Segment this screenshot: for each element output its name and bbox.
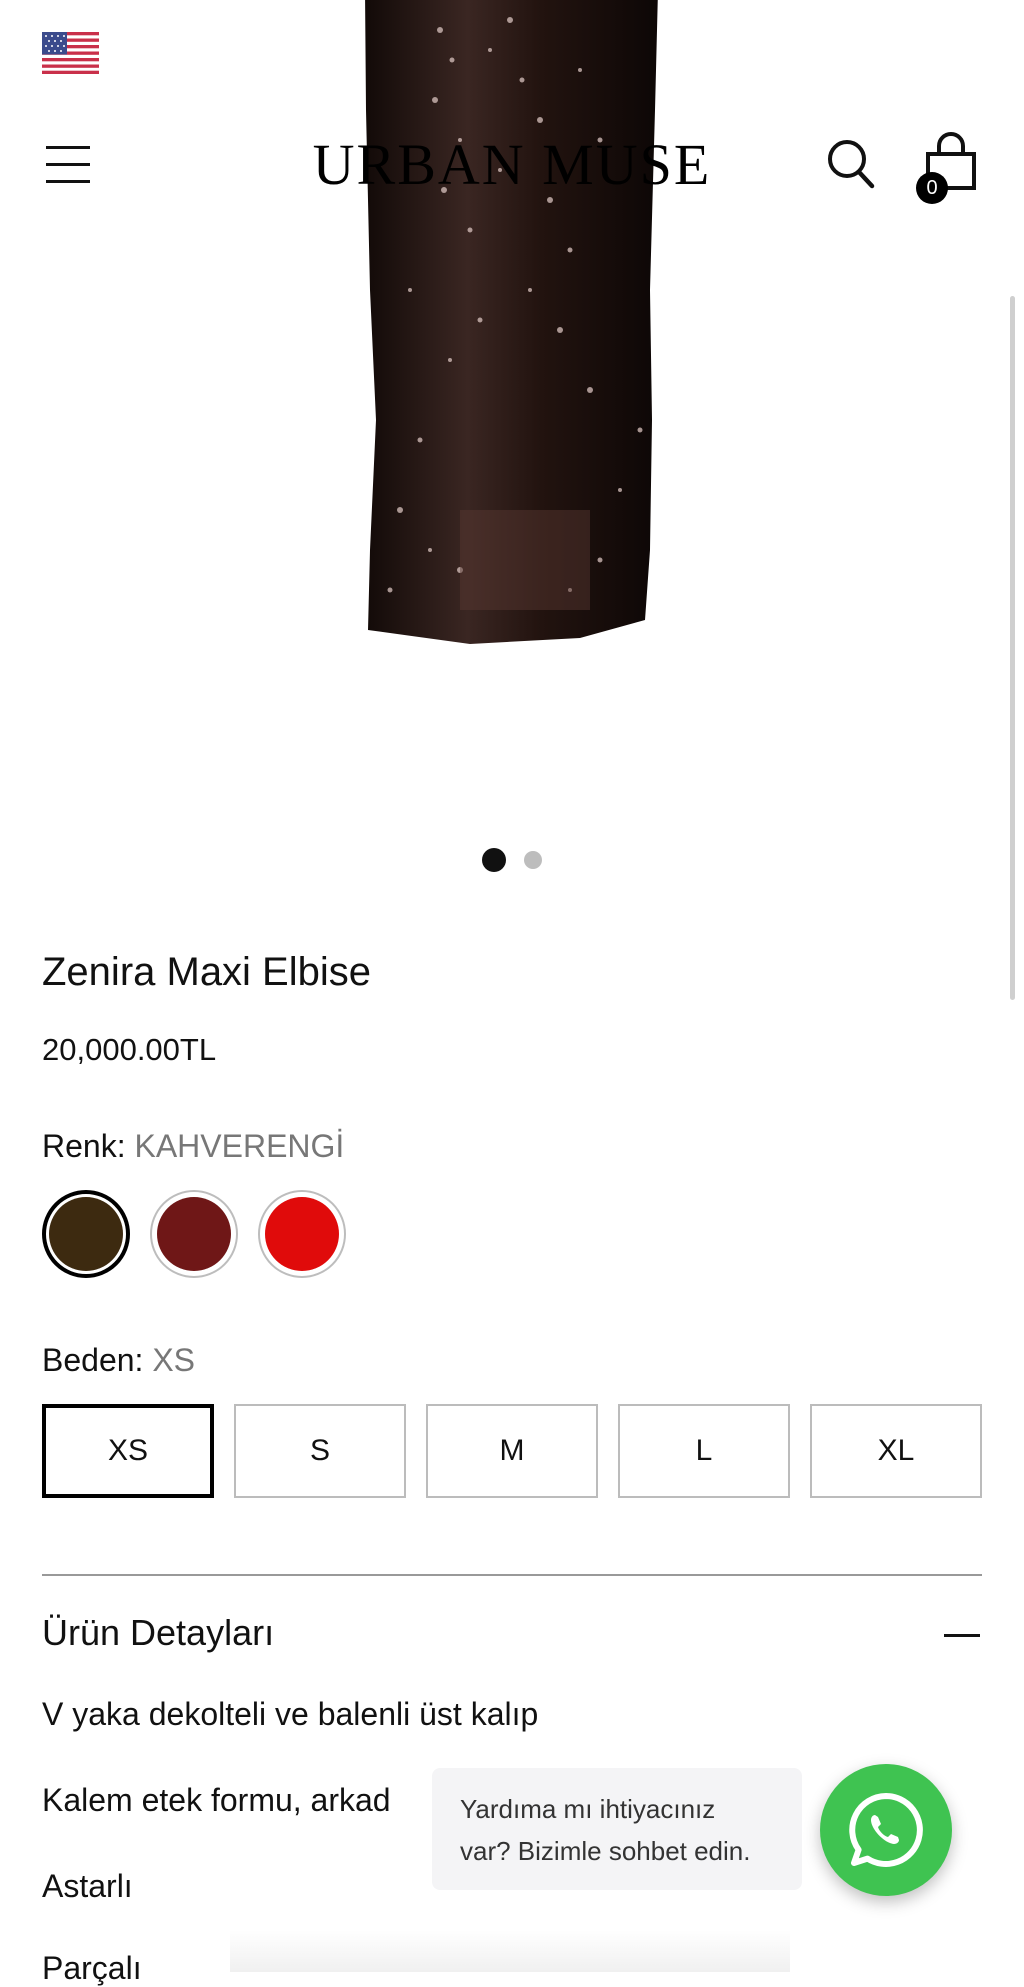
collapse-minus-icon[interactable]	[944, 1610, 982, 1660]
color-label: Renk: KAHVERENGİ	[42, 1128, 344, 1165]
detail-line: Kalem etek formu, arkad	[42, 1782, 391, 1818]
carousel-indicator	[0, 848, 1024, 872]
color-label-text: Renk:	[42, 1128, 126, 1164]
whatsapp-chat-button[interactable]	[820, 1764, 952, 1896]
product-image[interactable]	[0, 0, 1024, 830]
cart-count-badge: 0	[916, 172, 948, 204]
dress-photo	[365, 0, 658, 644]
bottom-shadow	[230, 1930, 790, 1972]
detail-line: Astarlı	[42, 1868, 133, 1904]
swatch-fill	[157, 1197, 231, 1271]
chat-prompt-line-2: var? Bizimle sohbet edin.	[460, 1836, 751, 1866]
cart-button[interactable]: 0	[912, 132, 984, 204]
chat-prompt-bubble[interactable]: Yardıma mı ihtiyacınız var? Bizimle sohb…	[432, 1768, 802, 1890]
size-option-m[interactable]: M	[426, 1404, 598, 1498]
swatch-fill	[265, 1197, 339, 1271]
product-details-heading[interactable]: Ürün Detayları	[42, 1612, 274, 1654]
us-flag-icon[interactable]	[42, 32, 99, 74]
carousel-dot-active[interactable]	[482, 848, 506, 872]
size-option-xl[interactable]: XL	[810, 1404, 982, 1498]
swatch-fill	[49, 1197, 123, 1271]
whatsapp-icon	[849, 1793, 923, 1867]
size-option-l[interactable]: L	[618, 1404, 790, 1498]
color-swatches	[42, 1190, 346, 1278]
section-divider	[42, 1574, 982, 1576]
selected-color-value: KAHVERENGİ	[134, 1128, 345, 1164]
detail-line: Parçalı	[42, 1950, 142, 1986]
size-label: Beden: XS	[42, 1342, 195, 1379]
hamburger-menu-icon[interactable]	[44, 140, 92, 188]
product-price: 20,000.00TL	[42, 1032, 217, 1067]
size-option-s[interactable]: S	[234, 1404, 406, 1498]
size-option-xs[interactable]: XS	[42, 1404, 214, 1498]
color-swatch-burgundy[interactable]	[150, 1190, 238, 1278]
size-label-text: Beden:	[42, 1342, 144, 1378]
selected-size-value: XS	[152, 1342, 195, 1378]
size-options: XS S M L XL	[42, 1404, 982, 1498]
chat-prompt-line-1: Yardıma mı ihtiyacınız	[460, 1794, 716, 1824]
search-icon[interactable]	[826, 138, 876, 190]
detail-line: V yaka dekolteli ve balenli üst kalıp	[42, 1696, 539, 1732]
color-swatch-brown[interactable]	[42, 1190, 130, 1278]
site-logo[interactable]: URBAN MUSE	[290, 130, 734, 200]
carousel-dot[interactable]	[524, 851, 542, 869]
page-scrollbar[interactable]	[1010, 296, 1015, 1000]
product-title: Zenira Maxi Elbise	[42, 950, 372, 994]
color-swatch-red[interactable]	[258, 1190, 346, 1278]
